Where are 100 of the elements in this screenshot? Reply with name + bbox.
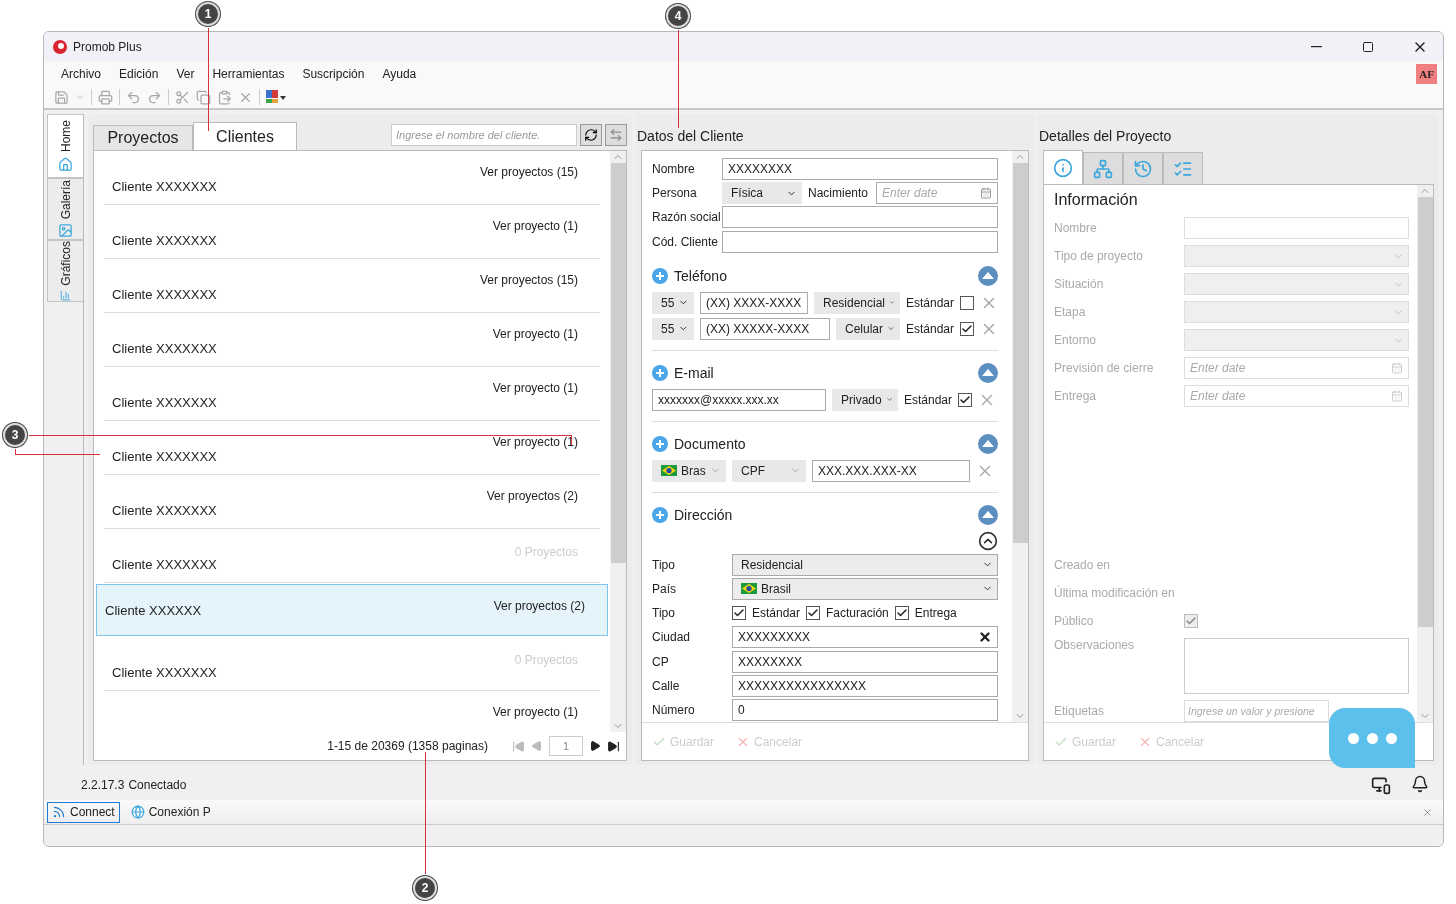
add-icon[interactable] [652,435,668,452]
country-select[interactable]: Brasil [732,577,998,600]
projects-link[interactable]: Ver proyecto (1) [492,705,578,719]
calendar-icon[interactable] [980,187,992,200]
projects-link[interactable]: Ver proyecto (1) [492,435,578,449]
client-code-field[interactable] [722,230,998,253]
user-badge[interactable]: AF [1416,63,1437,84]
menu-item[interactable]: Edición [110,66,168,81]
selected-row[interactable]: Cliente XXXXXX Ver proyectos (2) [96,584,608,636]
printer-icon[interactable] [98,89,113,105]
scrollbar[interactable] [1012,151,1028,722]
name-field[interactable]: XXXXXXXX [722,158,998,181]
checkbox[interactable] [960,295,975,310]
text-field[interactable] [1184,217,1409,239]
client-row[interactable]: Cliente XXXXXXX Ver proyectos (2) [104,475,600,529]
calendar-icon[interactable] [1391,390,1403,402]
calendar-icon[interactable] [1391,362,1403,374]
page-field[interactable]: 1 [549,736,583,756]
tab[interactable]: Proyectos [93,125,193,150]
add-icon[interactable] [652,267,668,284]
select-field[interactable] [1184,273,1409,295]
side-tab[interactable]: Gráficos [47,240,83,302]
client-row[interactable]: Cliente XXXXXXX Ver proyectos (15) [104,259,600,313]
projects-link[interactable]: Ver proyecto (1) [492,219,578,233]
projects-link[interactable]: Ver proyectos (2) [486,489,578,503]
notes-field[interactable] [1184,638,1409,694]
icon-tab[interactable] [1043,150,1083,184]
scrollbar[interactable] [610,151,626,732]
projects-link[interactable]: Ver proyectos (2) [493,599,585,613]
clear-icon[interactable] [978,630,992,645]
icon-tab[interactable] [1123,152,1163,184]
caret-icon[interactable] [75,92,85,102]
document-type-select[interactable]: CPF [732,459,806,482]
address-field[interactable]: XXXXXXXXX [732,626,998,649]
previous-page-icon[interactable] [531,740,543,752]
last-page-icon[interactable] [607,739,620,753]
chat-button[interactable] [1329,708,1415,768]
collapse-icon[interactable] [978,530,998,551]
menu-item[interactable]: Herramientas [203,66,294,81]
client-row[interactable]: Cliente XXXXXXX Ver proyecto (1) [104,421,600,475]
country-code-select[interactable]: 55 [652,291,694,314]
checkbox[interactable] [1184,614,1198,628]
icon-tab[interactable] [1163,152,1203,184]
country-code-select[interactable]: 55 [652,317,694,340]
client-row[interactable]: Cliente XXXXXXX Ver proyectos (15) [104,151,600,205]
phone-field[interactable]: (XX) XXXX-XXXX [700,291,808,314]
checkbox[interactable] [732,606,746,621]
copy-icon[interactable] [196,89,211,105]
select-field[interactable] [1184,329,1409,351]
refresh-button[interactable] [580,124,602,146]
client-row[interactable]: Cliente XXXXXXX Ver proyecto (1) [104,205,600,259]
undo-icon[interactable] [126,89,141,105]
task-button[interactable]: Connect [47,801,120,823]
tab[interactable]: Clientes [193,122,297,150]
phone-type-select[interactable]: Celular [836,317,900,340]
email-field[interactable]: xxxxxxx@xxxxx.xxx.xx [652,388,826,411]
redo-icon[interactable] [147,89,162,105]
address-field[interactable]: XXXXXXXXXXXXXXXX [732,674,998,697]
menu-item[interactable]: Ver [167,66,204,81]
phone-field[interactable]: (XX) XXXXX-XXXX [700,317,830,340]
menu-item[interactable]: Suscripción [293,66,374,81]
add-icon[interactable] [652,364,668,381]
checkbox[interactable] [894,606,909,621]
next-page-icon[interactable] [589,740,601,752]
save-icon[interactable] [54,89,69,105]
company-field[interactable] [722,206,998,229]
select-field[interactable] [1184,245,1409,267]
first-page-icon[interactable] [512,739,525,753]
paste-icon[interactable] [217,89,232,105]
cut-icon[interactable] [175,89,190,105]
select-field[interactable] [1184,301,1409,323]
icon-tab[interactable] [1083,152,1123,184]
menu-item[interactable]: Ayuda [373,66,426,81]
projects-link[interactable]: Ver proyectos (15) [479,273,578,287]
client-row[interactable]: Cliente XXXXXXX Ver proyecto (1) [104,367,600,421]
side-tab[interactable]: Galería [47,178,83,240]
checkbox[interactable] [958,392,973,407]
checkbox[interactable] [806,606,821,621]
side-tab[interactable]: Home [47,114,83,178]
phone-type-select[interactable]: Residencial [814,291,900,314]
add-icon[interactable] [652,506,668,523]
projects-link[interactable]: Ver proyectos (15) [479,165,578,179]
client-row[interactable]: Cliente XXXXXXX Ver proyecto (1) [104,313,600,367]
document-field[interactable]: XXX.XXX.XXX-XX [812,459,970,482]
address-type-select[interactable]: Residencial [732,553,998,576]
person-select[interactable]: Física [722,182,802,205]
address-field[interactable]: 0 [732,698,998,721]
notification-icon[interactable] [1411,775,1429,793]
task-button[interactable]: Conexión P [125,801,216,823]
color-palette-icon[interactable] [266,90,286,104]
projects-link[interactable]: Ver proyecto (1) [492,327,578,341]
projects-link[interactable]: Ver proyecto (1) [492,381,578,395]
email-type-select[interactable]: Privado [832,388,898,411]
menu-item[interactable]: Archivo [52,66,110,81]
devices-icon[interactable] [1371,775,1391,795]
address-field[interactable]: XXXXXXXX [732,650,998,673]
checkbox[interactable] [960,321,975,336]
scrollbar[interactable] [1417,185,1433,722]
country-select[interactable]: Bras [652,459,726,482]
search-field[interactable]: Ingrese el nombre del cliente. [391,124,577,146]
